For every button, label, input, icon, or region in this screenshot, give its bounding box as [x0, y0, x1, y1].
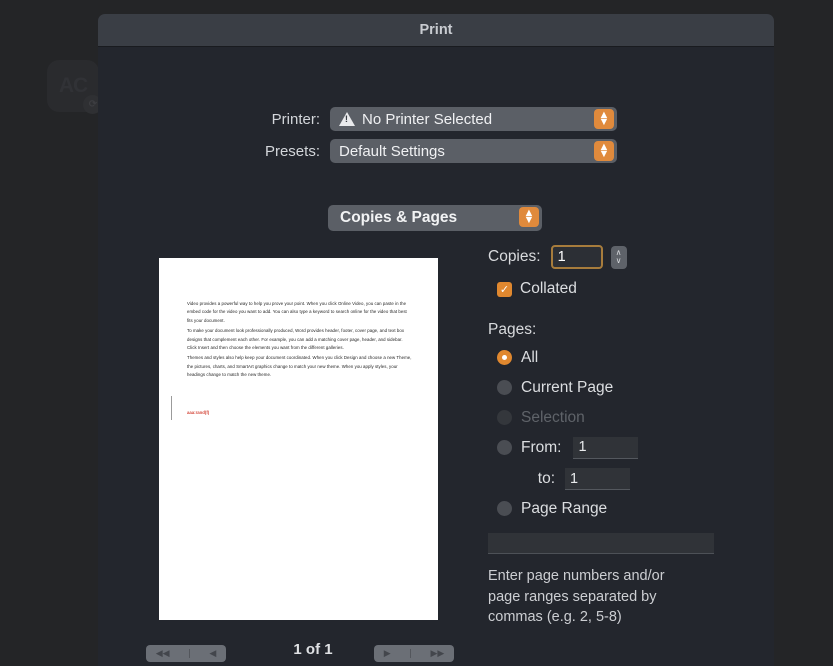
presets-row: Presets: Default Settings ▲ ▼: [98, 139, 774, 163]
pane-selector-dropdown[interactable]: Copies & Pages ▲ ▼: [328, 205, 542, 231]
copies-input[interactable]: [550, 245, 603, 269]
preview-nav-forward-group[interactable]: ▶ ▶▶: [374, 645, 454, 662]
radio-current-page-label: Current Page: [521, 378, 614, 396]
print-options-panel: Copies: ∧ ∨ ✓ Collated Pages: All Curren…: [488, 243, 738, 628]
radio-from[interactable]: From:: [497, 436, 738, 459]
dialog-body: Printer: No Printer Selected ▲▼ Presets:…: [98, 47, 774, 666]
chevron-up-down-icon[interactable]: ▲ ▼: [519, 207, 539, 227]
radio-all-label: All: [521, 348, 539, 366]
preview-document-text: Video provides a powerful way to help yo…: [187, 300, 413, 382]
chevron-up-down-icon[interactable]: ▲ ▼: [594, 109, 614, 129]
copies-label: Copies:: [488, 248, 541, 265]
print-dialog: Print Printer: No Printer Selected ▲▼ Pr…: [98, 14, 774, 666]
radio-selection: Selection: [497, 406, 738, 429]
warning-triangle-icon: [339, 112, 355, 126]
nav-divider: [410, 649, 412, 658]
radio-page-range-label: Page Range: [521, 499, 608, 517]
radio-selection-button: [497, 410, 512, 425]
preview-paragraph: Video provides a powerful way to help yo…: [187, 301, 407, 323]
stepper-down-icon[interactable]: ∨: [616, 256, 622, 265]
presets-value: Default Settings: [339, 142, 445, 160]
to-page-input[interactable]: [565, 468, 630, 490]
dialog-title: Print: [419, 22, 453, 38]
printer-dropdown[interactable]: No Printer Selected ▲▼: [330, 107, 617, 131]
preview-nav-back-group[interactable]: ◀◀ ◀: [146, 645, 226, 662]
first-page-icon[interactable]: ◀◀: [156, 648, 170, 659]
presets-label: Presets:: [264, 142, 320, 160]
radio-current-page[interactable]: Current Page: [497, 376, 738, 399]
radio-current-page-button[interactable]: [497, 380, 512, 395]
radio-all-button[interactable]: [497, 350, 512, 365]
revision-change-bar: [171, 396, 172, 420]
copies-row: Copies: ∧ ∨: [488, 243, 738, 271]
to-row: to:: [497, 468, 738, 490]
chevron-up-down-icon[interactable]: ▲ ▼: [594, 141, 614, 161]
presets-dropdown[interactable]: Default Settings ▲ ▼: [330, 139, 617, 163]
from-page-input[interactable]: [573, 436, 639, 459]
preview-annotation-text: aaa:rand(f): [187, 410, 210, 415]
last-page-icon[interactable]: ▶▶: [430, 648, 444, 659]
previous-page-icon[interactable]: ◀: [209, 648, 216, 659]
printer-row: Printer: No Printer Selected ▲▼: [98, 107, 774, 131]
radio-from-button[interactable]: [497, 440, 512, 455]
printer-label: Printer:: [271, 110, 320, 128]
print-preview-page: Video provides a powerful way to help yo…: [159, 258, 438, 620]
radio-page-range[interactable]: Page Range: [497, 497, 738, 520]
dialog-titlebar: Print: [98, 14, 774, 47]
page-range-input[interactable]: [488, 533, 714, 554]
desktop-app-icon: AC ⟳: [47, 60, 102, 114]
printer-value: No Printer Selected: [362, 110, 493, 128]
page-range-hint: Enter page numbers and/or page ranges se…: [488, 568, 665, 626]
pages-label: Pages:: [488, 321, 537, 338]
next-page-icon[interactable]: ▶: [384, 648, 391, 659]
collated-row[interactable]: ✓ Collated: [497, 280, 738, 298]
nav-divider: [188, 649, 190, 658]
radio-from-label: From:: [521, 438, 562, 456]
desktop-app-icon-label: AC: [58, 74, 88, 97]
collated-checkbox[interactable]: ✓: [497, 281, 512, 297]
to-label: to:: [537, 470, 555, 487]
radio-all[interactable]: All: [497, 346, 738, 369]
radio-selection-label: Selection: [521, 408, 585, 426]
collated-label: Collated: [520, 280, 577, 297]
radio-page-range-button[interactable]: [497, 501, 512, 516]
preview-paragraph: To make your document look professionall…: [187, 328, 405, 350]
copies-stepper[interactable]: ∧ ∨: [610, 245, 627, 269]
page-counter: 1 of 1: [293, 641, 333, 658]
preview-paragraph: Themes and styles also help keep your do…: [187, 355, 412, 377]
pane-selector-value: Copies & Pages: [340, 209, 458, 226]
